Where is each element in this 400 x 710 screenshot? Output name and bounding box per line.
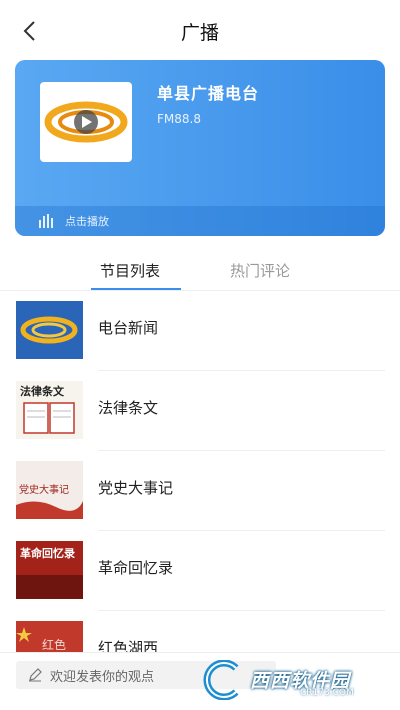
station-logo-image bbox=[44, 101, 128, 143]
station-logo[interactable] bbox=[40, 82, 132, 162]
svg-text:红色: 红色 bbox=[42, 637, 66, 652]
pencil-icon bbox=[29, 668, 42, 682]
station-card: 单县广播电台 FM88.8 点击播放 bbox=[15, 60, 385, 236]
list-item[interactable]: 电台新闻 bbox=[0, 291, 400, 371]
tab-bar: 节目列表 热门评论 bbox=[0, 252, 400, 292]
watermark-c-icon bbox=[203, 659, 239, 701]
station-frequency: FM88.8 bbox=[157, 112, 201, 126]
program-thumbnail: 革命回忆录 bbox=[16, 541, 83, 599]
list-item[interactable]: 法律条文 法律条文 bbox=[0, 371, 400, 451]
svg-text:革命回忆录: 革命回忆录 bbox=[20, 546, 75, 560]
svg-text:法律条文: 法律条文 bbox=[20, 384, 65, 398]
play-bar[interactable]: 点击播放 bbox=[15, 206, 385, 236]
tab-hot-comments[interactable]: 热门评论 bbox=[230, 260, 290, 281]
program-title: 法律条文 bbox=[98, 399, 159, 417]
program-title: 党史大事记 bbox=[98, 479, 174, 497]
navigation-bar: 广播 bbox=[0, 0, 400, 62]
program-thumbnail bbox=[16, 301, 83, 359]
list-item[interactable]: 革命回忆录 革命回忆录 bbox=[0, 531, 400, 611]
list-item[interactable]: 党史大事记 党史大事记 bbox=[0, 451, 400, 531]
watermark-logo: 西西软件园 CR173.COM bbox=[200, 659, 390, 702]
page-title: 广播 bbox=[180, 22, 219, 44]
watermark-sub: CR173.COM bbox=[300, 688, 354, 698]
play-label: 点击播放 bbox=[65, 215, 109, 228]
svg-text:党史大事记: 党史大事记 bbox=[19, 483, 69, 496]
comment-placeholder: 欢迎发表你的观点 bbox=[50, 669, 155, 685]
program-title: 革命回忆录 bbox=[98, 559, 174, 577]
program-list: 电台新闻 法律条文 法律条文 党史大事记 党史大事记 革命回忆录 革命回忆录 红… bbox=[0, 291, 400, 691]
tab-program-list[interactable]: 节目列表 bbox=[100, 260, 160, 281]
program-title: 电台新闻 bbox=[98, 319, 159, 337]
program-thumbnail: 法律条文 bbox=[16, 381, 83, 439]
station-name: 单县广播电台 bbox=[157, 84, 260, 103]
audio-bars-icon bbox=[39, 214, 53, 228]
program-thumbnail: 党史大事记 bbox=[16, 461, 83, 519]
